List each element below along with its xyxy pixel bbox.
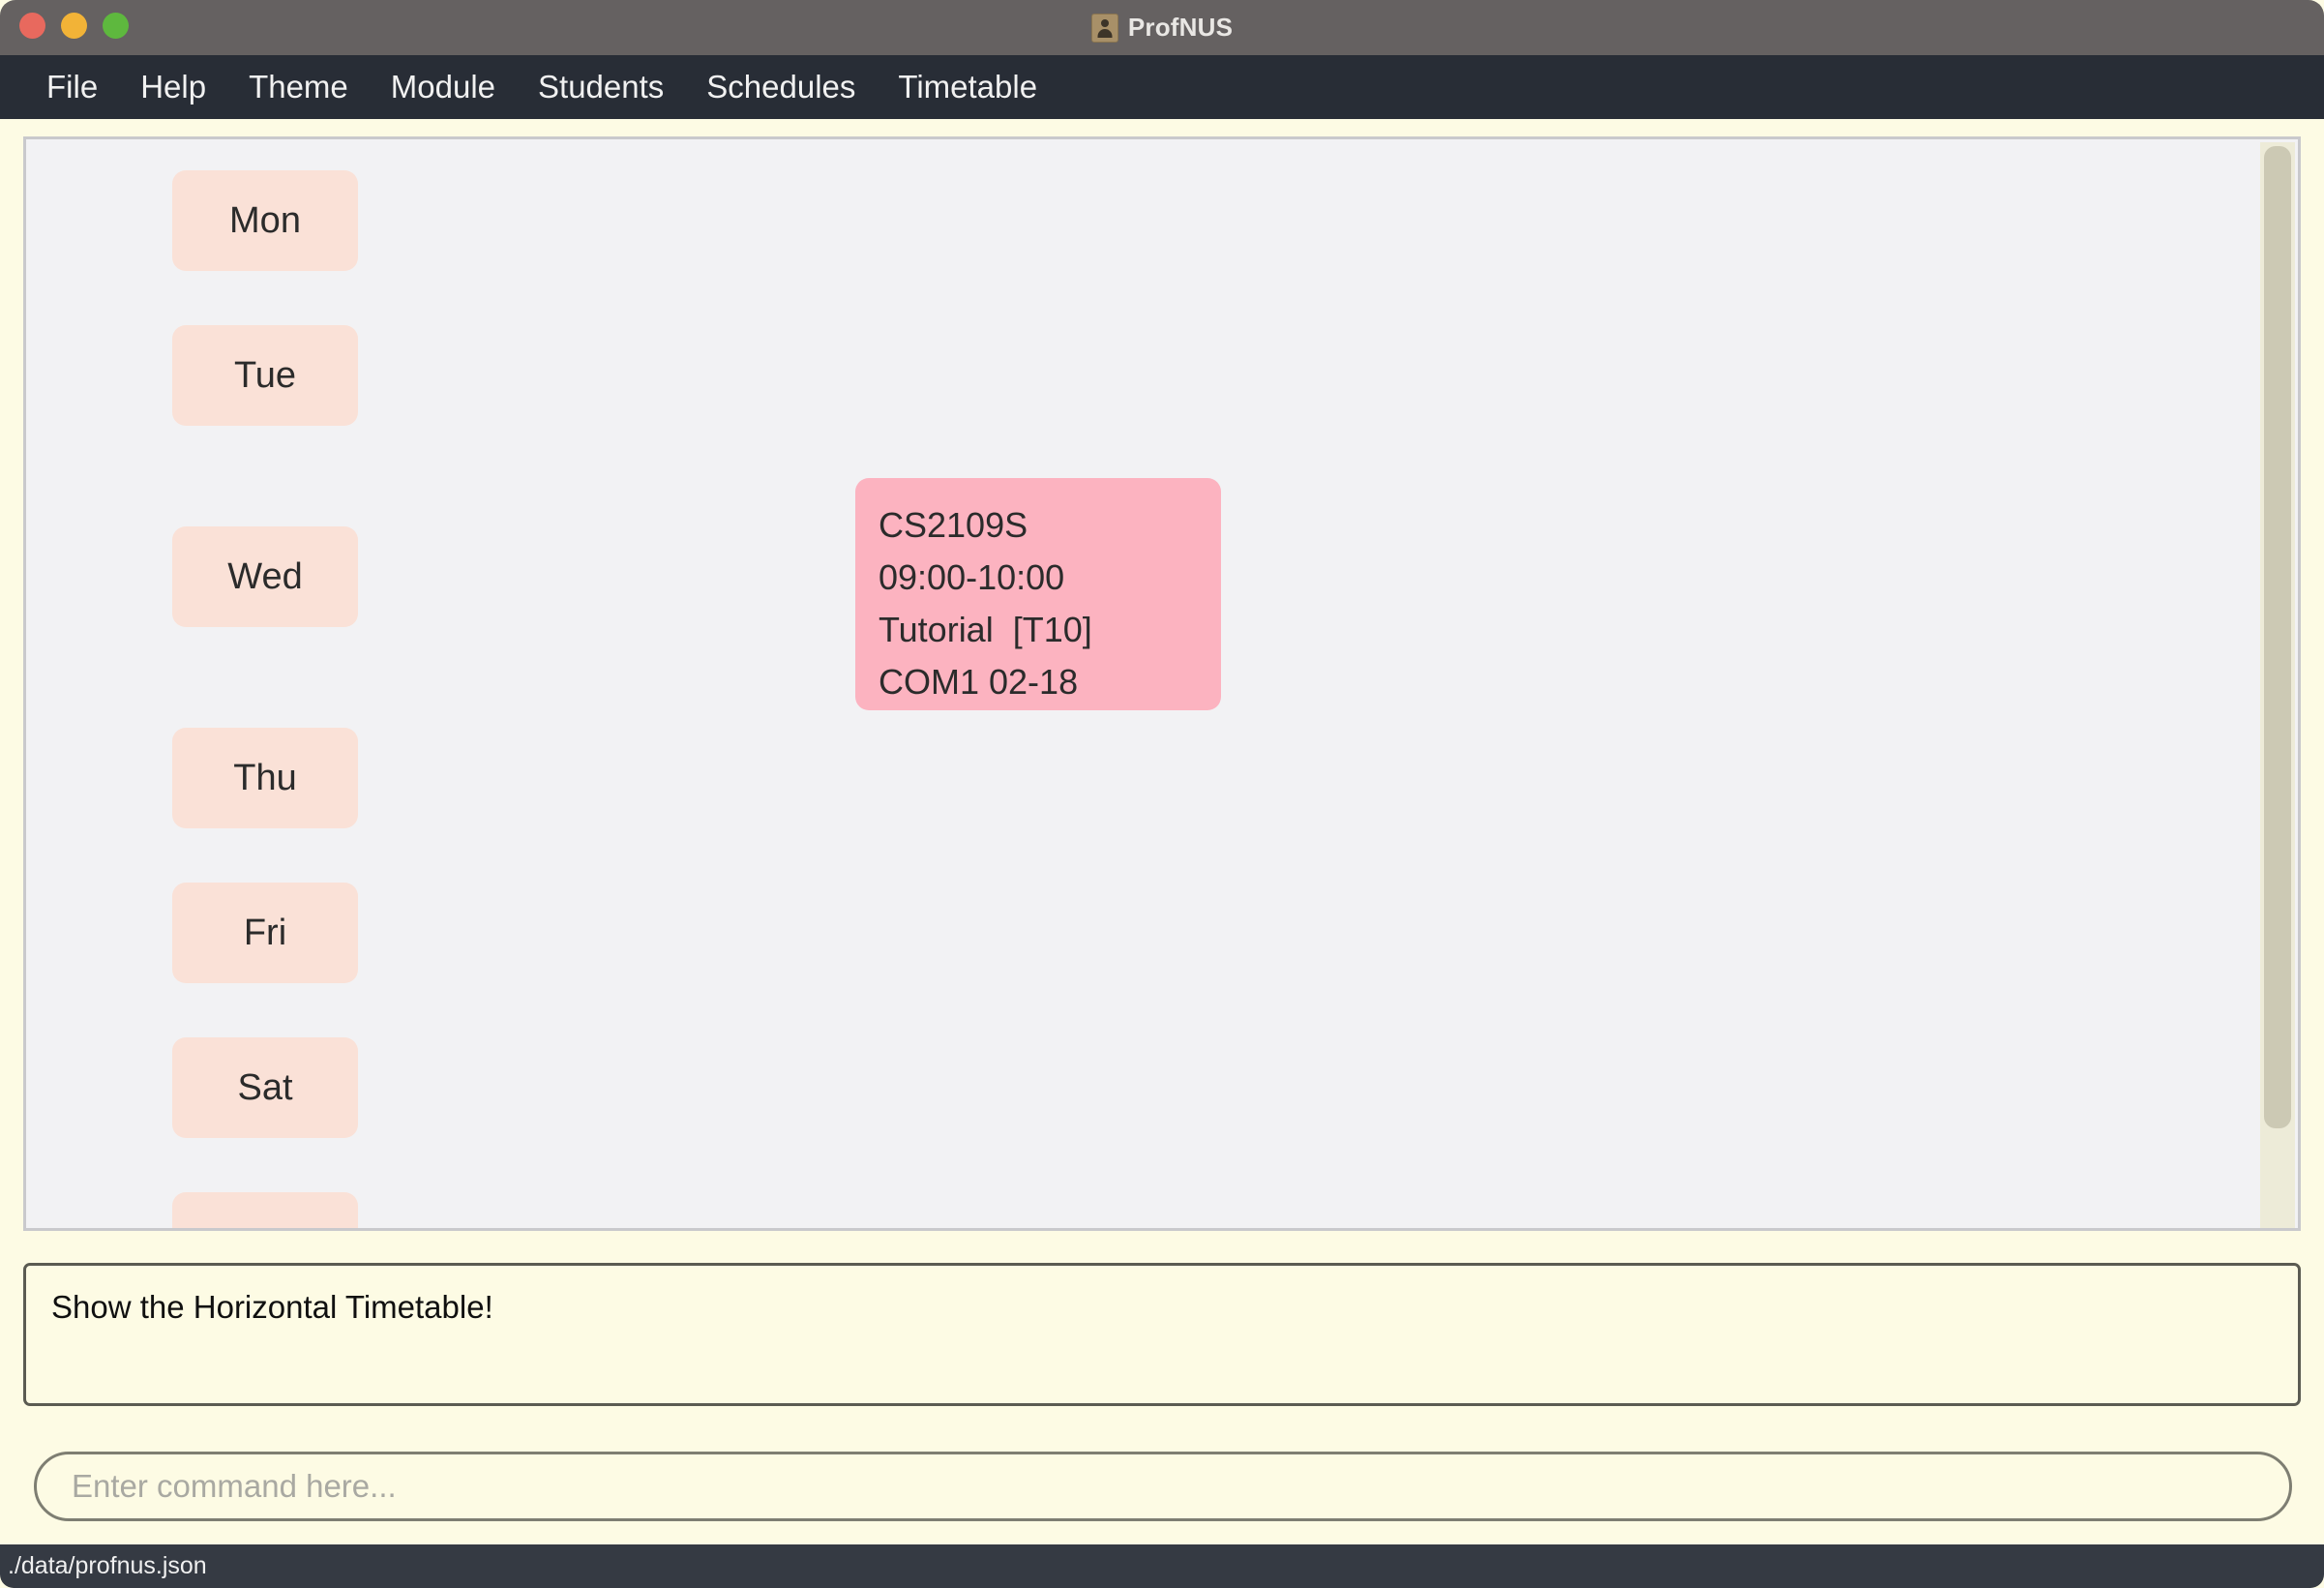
menu-item-schedules[interactable]: Schedules — [685, 63, 877, 111]
menu-item-theme[interactable]: Theme — [227, 63, 370, 111]
window-title-group: ProfNUS — [0, 0, 2324, 55]
class-card-type: Tutorial [T10] — [879, 610, 1092, 649]
command-input[interactable] — [70, 1467, 2256, 1506]
day-chip: Fri — [172, 883, 358, 983]
result-message: Show the Horizontal Timetable! — [51, 1289, 493, 1325]
status-bar: ./data/profnus.json — [0, 1544, 2324, 1588]
day-chip-label: Sat — [237, 1066, 293, 1108]
menu-item-file[interactable]: File — [25, 63, 119, 111]
menu-item-students[interactable]: Students — [517, 63, 685, 111]
window-title: ProfNUS — [1127, 13, 1234, 42]
day-chip: Sun — [172, 1192, 358, 1229]
class-card-venue: COM1 02-18 — [879, 662, 1079, 702]
title-bar: ProfNUS — [0, 0, 2324, 55]
day-chip: Mon — [172, 170, 358, 271]
timetable-panel: Mon Tue Wed Thu Fri Sat Sun CS2109S 09:00-10:00 T… — [23, 136, 2301, 1231]
vertical-scrollbar[interactable] — [2260, 142, 2295, 1228]
timetable-canvas: Mon Tue Wed Thu Fri Sat Sun CS2109S 09:00-10:00 T… — [26, 139, 2251, 1228]
menu-bar: File Help Theme Module Students Schedule… — [0, 55, 2324, 119]
day-chip: Sat — [172, 1037, 358, 1138]
day-chip-label: Tue — [233, 354, 297, 396]
menu-item-help[interactable]: Help — [119, 63, 227, 111]
app-window: ProfNUS File Help Theme Module Students … — [0, 0, 2324, 1588]
window-controls — [19, 13, 129, 39]
command-input-container[interactable] — [34, 1452, 2292, 1521]
day-chip-label: Fri — [243, 912, 287, 953]
maximize-window-button[interactable] — [103, 13, 129, 39]
contact-person-icon — [1090, 13, 1118, 43]
class-card[interactable]: CS2109S 09:00-10:00 Tutorial [T10] COM1 02-… — [855, 478, 1221, 710]
class-card-time: 09:00-10:00 — [879, 557, 1065, 597]
day-chip: Wed — [172, 526, 358, 627]
day-chip: Thu — [172, 728, 358, 828]
menu-item-module[interactable]: Module — [370, 63, 517, 111]
vertical-scrollbar-thumb[interactable] — [2264, 146, 2291, 1128]
status-file-path: ./data/profnus.json — [8, 1552, 207, 1579]
result-display-box: Show the Horizontal Timetable! — [23, 1263, 2301, 1406]
class-card-module: CS2109S — [879, 505, 1028, 545]
day-chip-label: Sun — [232, 1222, 298, 1229]
day-chip-label: Thu — [233, 757, 297, 798]
close-window-button[interactable] — [19, 13, 45, 39]
day-chip: Tue — [172, 325, 358, 426]
menu-item-timetable[interactable]: Timetable — [877, 63, 1058, 111]
minimize-window-button[interactable] — [61, 13, 87, 39]
day-chip-label: Mon — [229, 199, 301, 241]
day-chip-label: Wed — [227, 555, 303, 597]
